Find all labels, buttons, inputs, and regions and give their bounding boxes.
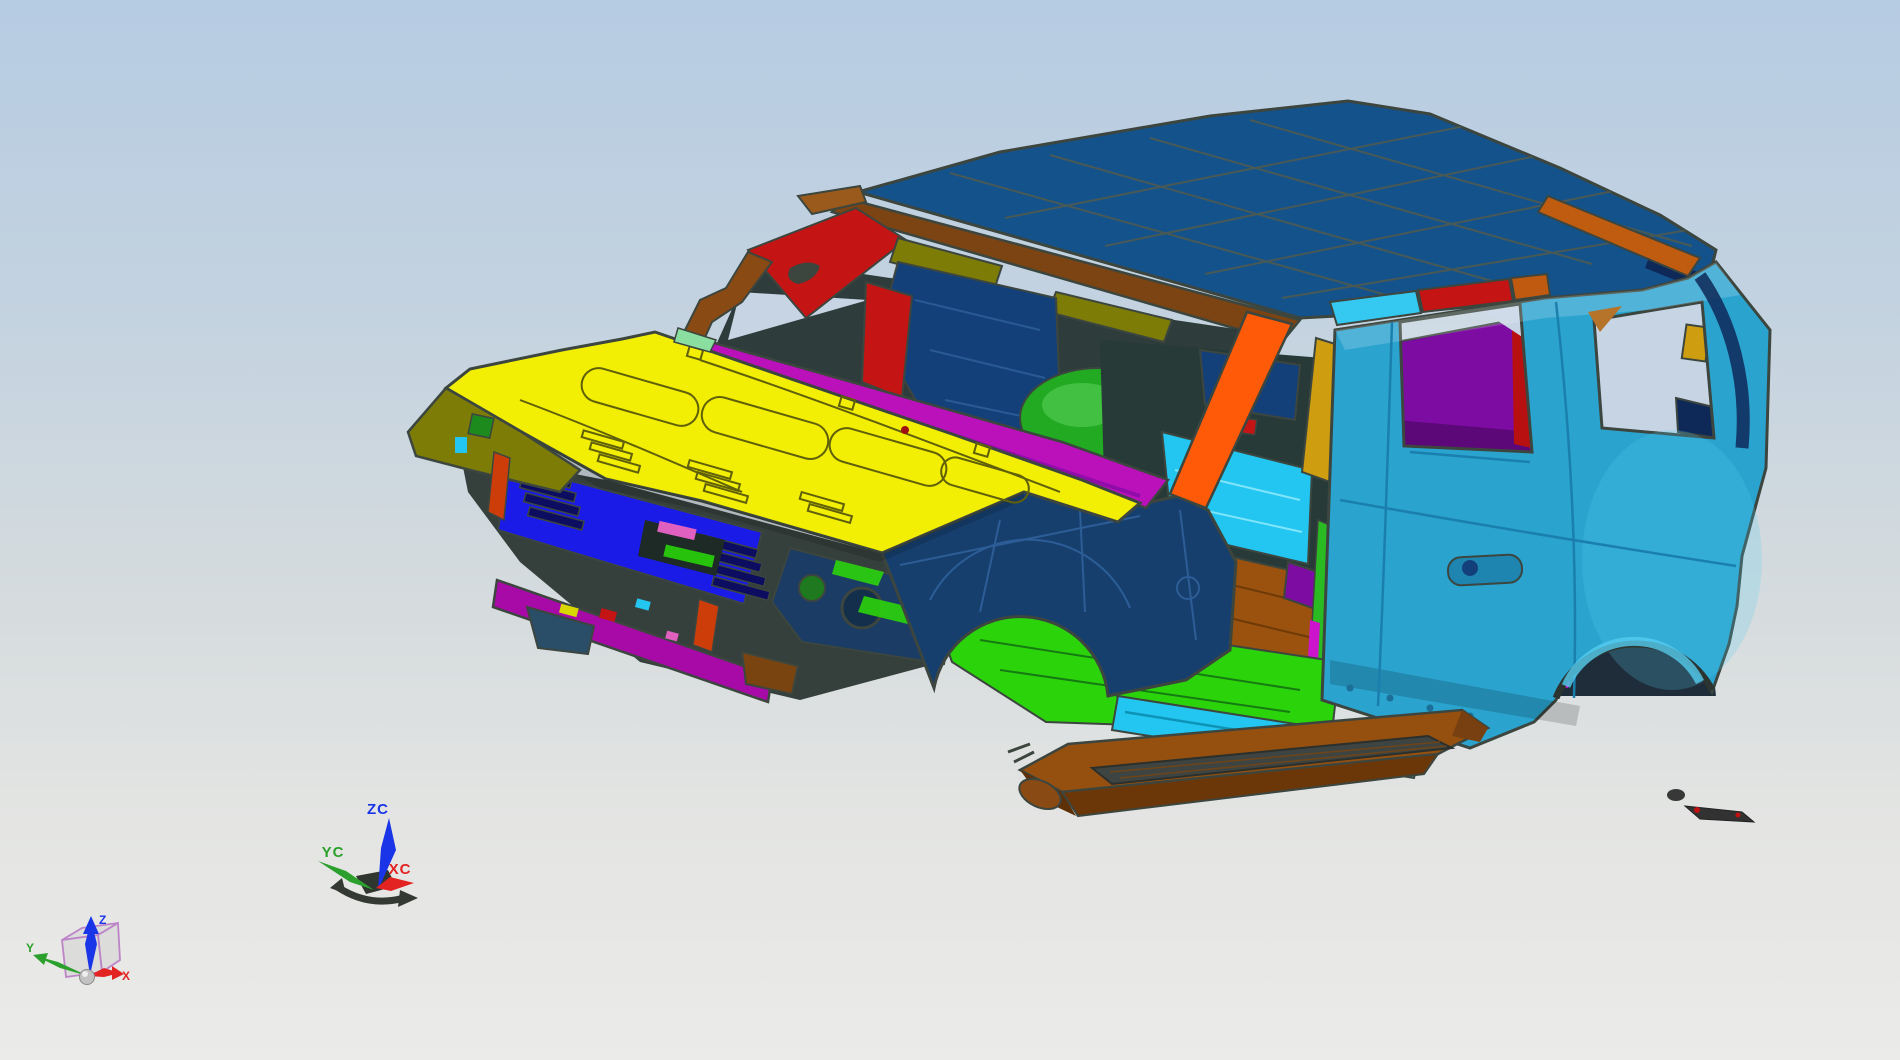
board-front-stubs — [1007, 742, 1035, 764]
frame-hole-green — [798, 574, 826, 602]
hood-latch-dot — [901, 426, 909, 434]
triad-z-arrowhead — [83, 916, 99, 934]
triad-y-arrowhead — [33, 953, 48, 965]
cad-viewport[interactable]: ZC YC XC Z Y X — [0, 0, 1900, 1060]
wcs-x-label: XC — [389, 861, 412, 878]
wcs-y-label: YC — [322, 844, 345, 861]
wcs-rotate-arrowhead-2 — [330, 878, 346, 894]
part-bpillar-inner-red[interactable] — [860, 280, 914, 400]
part-rail-orange[interactable] — [1509, 272, 1552, 302]
triad-x-label: X — [122, 969, 130, 983]
triad-origin-sphere — [79, 969, 95, 985]
triad-sphere-highlight — [82, 971, 88, 977]
wcs-rotate-arrowhead — [398, 890, 418, 907]
wcs-triad[interactable]: ZC YC XC — [318, 801, 418, 907]
part-debris-fragments[interactable] — [1667, 789, 1756, 823]
debris-dot-red-1 — [1694, 807, 1700, 813]
door-handle-recess[interactable] — [1446, 553, 1524, 587]
view-orientation-triad[interactable]: Z Y X — [26, 913, 130, 985]
triad-y-label: Y — [26, 941, 34, 955]
debris-small[interactable] — [1667, 789, 1685, 801]
door-handle-blob — [1462, 560, 1478, 576]
debris-dot-red-2 — [1735, 812, 1741, 818]
part-green-block[interactable] — [467, 413, 495, 439]
triad-z-label: Z — [99, 913, 106, 927]
wcs-z-label: ZC — [367, 801, 389, 818]
part-teal-sliver[interactable] — [455, 437, 467, 453]
